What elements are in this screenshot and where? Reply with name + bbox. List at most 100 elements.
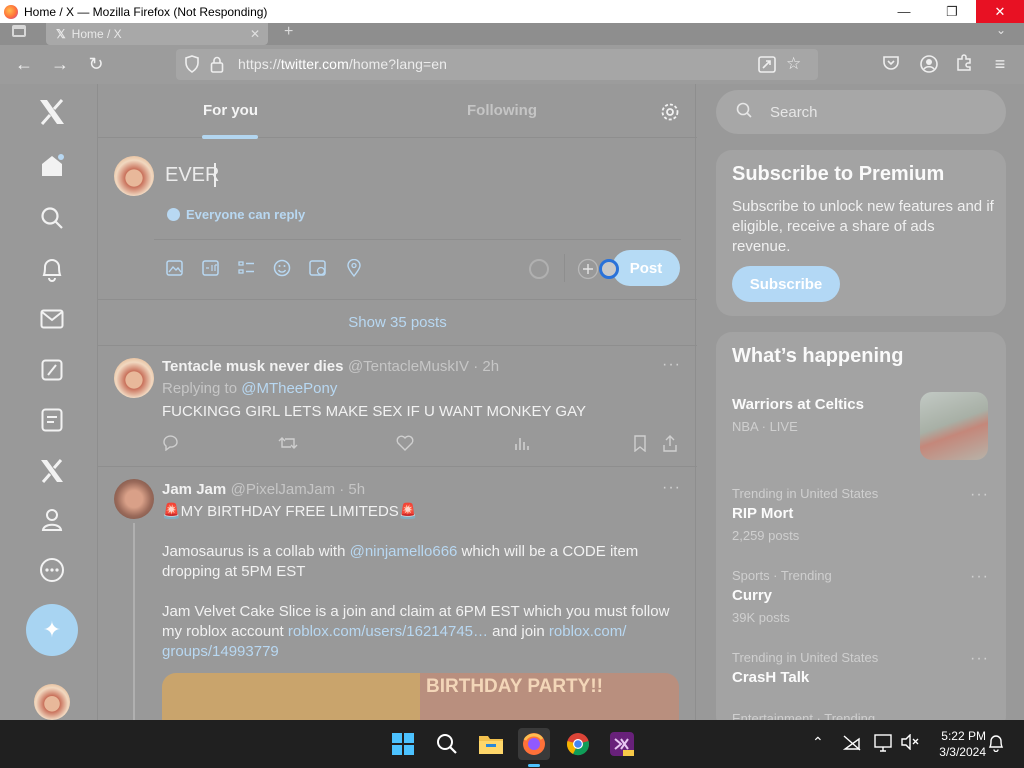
system-clock[interactable]: 5:22 PM 3/3/2024 — [939, 728, 986, 760]
more-options-icon[interactable]: ··· — [662, 479, 681, 497]
tab-following[interactable]: Following — [467, 102, 537, 119]
trend-more-icon[interactable]: ··· — [970, 486, 989, 504]
tweet[interactable]: Tentacle musk never dies @TentacleMuskIV… — [98, 346, 697, 467]
maximize-button[interactable]: ❐ — [928, 0, 976, 23]
search-input[interactable]: Search — [716, 90, 1006, 134]
bookmark-star-icon[interactable]: ☆ — [786, 54, 801, 74]
hamburger-menu-icon[interactable]: ≡ — [988, 52, 1012, 76]
thread-line — [133, 523, 135, 720]
explore-search-icon[interactable] — [38, 204, 66, 232]
poll-icon[interactable] — [237, 259, 255, 277]
show-hidden-icons-chevron-icon[interactable]: ⌃ — [812, 734, 824, 751]
x-home-logo-icon[interactable] — [38, 98, 66, 126]
tweet-handle-time[interactable]: @TentacleMuskIV · 2h — [348, 358, 499, 375]
home-timeline: For you Following EVER Everyone can repl… — [97, 84, 697, 720]
profile-person-icon[interactable] — [38, 506, 66, 534]
tweet-avatar[interactable] — [114, 479, 154, 519]
emoji-icon[interactable] — [273, 259, 291, 277]
pocket-icon[interactable] — [882, 55, 900, 76]
trend-item[interactable]: Entertainment · Trending — [732, 711, 875, 720]
premium-title: Subscribe to Premium — [732, 163, 945, 185]
visual-studio-icon[interactable] — [606, 728, 638, 760]
trend-more-icon[interactable]: ··· — [970, 568, 989, 586]
tweet-author-name[interactable]: Jam Jam — [162, 481, 226, 498]
forward-arrow-icon[interactable]: → — [48, 52, 72, 76]
views-chart-icon[interactable] — [514, 435, 530, 455]
list-all-tabs-chevron-icon[interactable]: ⌄ — [996, 23, 1006, 37]
home-icon[interactable] — [38, 152, 66, 180]
account-avatar[interactable] — [34, 684, 70, 720]
taskbar-search-icon[interactable] — [431, 728, 463, 760]
subscribe-button[interactable]: Subscribe — [732, 266, 840, 302]
like-heart-icon[interactable] — [396, 435, 414, 455]
extensions-puzzle-icon[interactable] — [955, 54, 973, 77]
share-icon[interactable] — [662, 435, 678, 456]
trend-name: RIP Mort — [732, 505, 794, 522]
messages-envelope-icon[interactable] — [38, 305, 66, 333]
minimize-button[interactable]: — — [880, 0, 928, 23]
tweet-line: dropping at 5PM EST — [162, 563, 306, 580]
close-window-button[interactable]: ✕ — [976, 0, 1024, 23]
compose-post-button[interactable]: ✦ — [26, 604, 78, 656]
roblox-user-link[interactable]: roblox.com/users/16214745… — [288, 623, 488, 640]
repost-icon[interactable] — [278, 435, 298, 455]
url-text[interactable]: https://twitter.com/home?lang=en — [238, 56, 447, 72]
live-event[interactable]: Warriors at Celtics NBA · LIVE — [732, 396, 864, 434]
tab-close-icon[interactable]: ✕ — [250, 27, 260, 41]
roblox-group-link[interactable]: roblox.com/ — [549, 623, 627, 640]
show-new-posts-button[interactable]: Show 35 posts — [98, 299, 697, 346]
tweet-avatar[interactable] — [114, 358, 154, 398]
volume-muted-icon[interactable] — [901, 733, 919, 755]
tab-list-icon[interactable] — [12, 25, 26, 37]
compose-textarea[interactable]: EVER — [165, 164, 219, 187]
tab-for-you[interactable]: For you — [203, 102, 258, 119]
trend-item[interactable]: Trending in United States CrasH Talk — [732, 650, 878, 686]
schedule-calendar-icon[interactable] — [309, 259, 327, 277]
gif-icon[interactable] — [201, 259, 219, 277]
notifications-bell-icon[interactable] — [38, 255, 66, 283]
firefox-taskbar-icon[interactable] — [518, 728, 550, 760]
tracking-protection-shield-icon[interactable] — [184, 55, 200, 78]
replying-to-link[interactable]: @MTheePony — [241, 380, 337, 397]
add-post-plus-icon[interactable] — [577, 258, 599, 285]
trend-name: CrasH Talk — [732, 669, 810, 686]
trend-item[interactable]: Trending in United States RIP Mort 2,259… — [732, 486, 878, 543]
window-titlebar[interactable]: Home / X — Mozilla Firefox (Not Respondi… — [0, 0, 1024, 23]
bookmark-icon[interactable] — [633, 435, 647, 456]
reload-icon[interactable]: ↻ — [84, 52, 108, 76]
reply-bubble-icon[interactable] — [162, 435, 179, 455]
account-icon[interactable] — [919, 54, 939, 79]
back-arrow-icon[interactable]: ← — [12, 52, 36, 76]
tweet-handle-time[interactable]: @PixelJamJam · 5h — [231, 481, 365, 498]
file-explorer-folder-icon[interactable] — [475, 728, 507, 760]
composer-avatar[interactable] — [114, 156, 154, 196]
more-options-icon[interactable]: ··· — [662, 356, 681, 374]
chrome-icon[interactable] — [562, 728, 594, 760]
post-button[interactable]: Post — [612, 250, 680, 286]
media-image-icon[interactable] — [165, 259, 183, 277]
reader-view-icon[interactable] — [758, 56, 776, 78]
trend-more-icon[interactable]: ··· — [970, 650, 989, 668]
roblox-group-link-cont[interactable]: groups/14993779 — [162, 642, 692, 662]
tweet-author-name[interactable]: Tentacle musk never dies — [162, 358, 343, 375]
more-circle-icon[interactable] — [38, 556, 66, 584]
reply-setting-button[interactable]: Everyone can reply — [167, 207, 305, 222]
character-counter-ring — [528, 258, 550, 285]
notifications-bell-taskbar-icon[interactable] — [988, 734, 1004, 757]
tweet-media-image[interactable]: BIRTHDAY PARTY!! — [162, 673, 679, 720]
new-tab-button[interactable]: + — [284, 23, 293, 41]
url-bar[interactable]: https://twitter.com/home?lang=en ☆ — [176, 49, 818, 80]
tweet[interactable]: Jam Jam @PixelJamJam · 5h ··· 🚨MY BIRTHD… — [98, 467, 697, 720]
event-thumbnail-image[interactable] — [920, 392, 988, 460]
mention-link[interactable]: @ninjamello666 — [350, 543, 458, 560]
browser-tab-home[interactable]: 𝕏 Home / X ✕ — [46, 23, 268, 45]
premium-x-icon[interactable] — [38, 457, 66, 485]
grok-icon[interactable] — [38, 356, 66, 384]
windows-start-icon[interactable] — [387, 728, 419, 760]
lock-icon[interactable] — [210, 56, 224, 78]
timeline-settings-gear-icon[interactable] — [660, 102, 680, 127]
trend-item[interactable]: Sports · Trending Curry 39K posts — [732, 568, 832, 625]
network-disconnected-icon[interactable] — [842, 735, 861, 756]
lists-icon[interactable] — [38, 406, 66, 434]
display-icon[interactable] — [874, 734, 894, 757]
